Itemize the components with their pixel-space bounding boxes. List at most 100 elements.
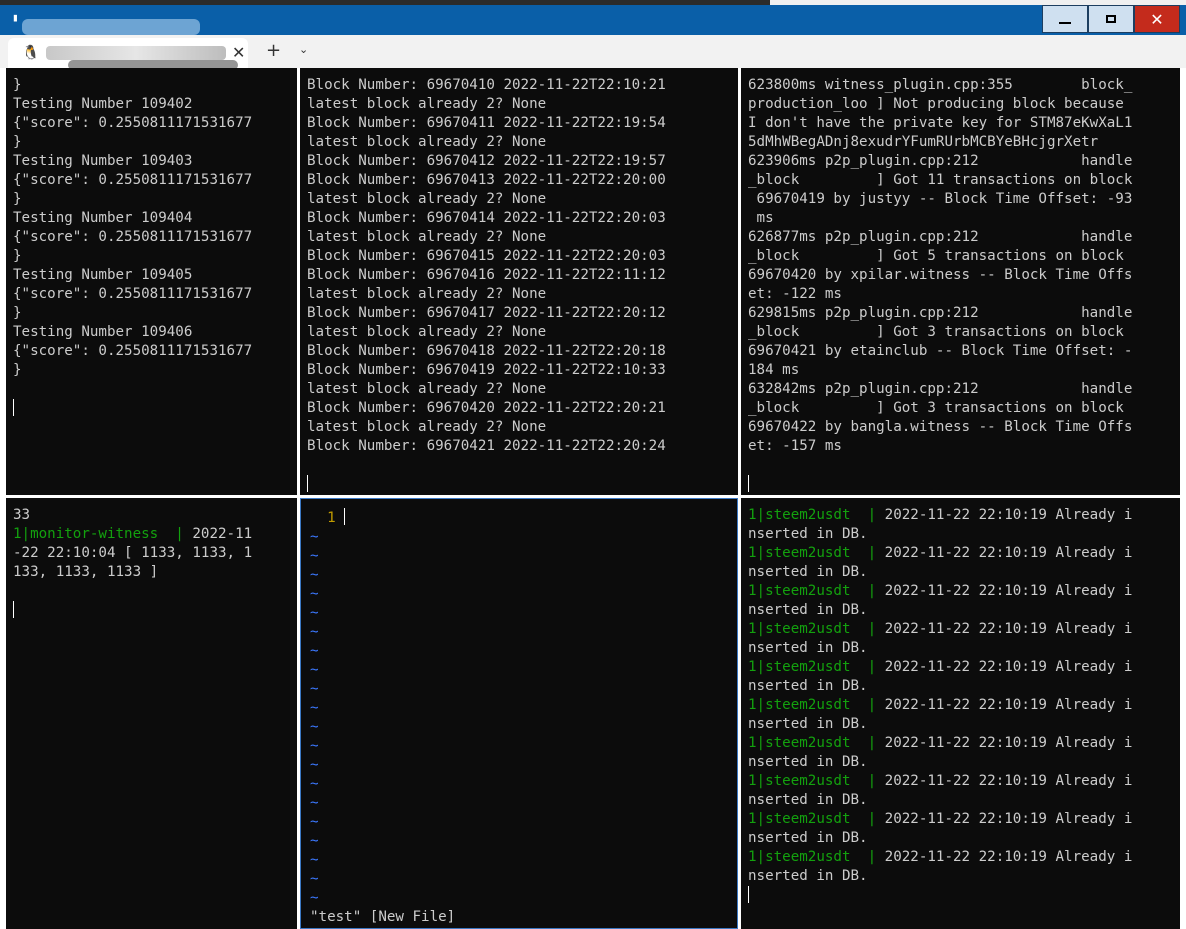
output-line: Testing Number 109402: [13, 96, 193, 112]
vim-empty-line-tilde: ~: [310, 719, 319, 735]
output-line: nserted in DB.: [748, 792, 868, 808]
pane-bottom-left[interactable]: 33 1|monitor-witness | 2022-11 -22 22:10…: [6, 498, 297, 929]
vim-empty-line-tilde: ~: [310, 662, 319, 678]
terminal-tab[interactable]: 🐧 ✕: [8, 38, 248, 70]
output-line: }: [13, 305, 22, 321]
container-label: 1|steem2usdt |: [748, 735, 877, 751]
output-line: production_loo ] Not producing block bec…: [748, 96, 1124, 112]
output-line: 623906ms p2p_plugin.cpp:212 handle: [748, 153, 1133, 169]
vim-empty-line-tilde: ~: [310, 700, 319, 716]
container-label: 1|steem2usdt |: [748, 583, 877, 599]
output-line: 69670422 by bangla.witness -- Block Time…: [748, 419, 1133, 435]
output-line: 2022-11-22 22:10:19 Already i: [876, 811, 1133, 827]
text-cursor: [748, 886, 749, 903]
output-line: 2022-11-22 22:10:19 Already i: [876, 735, 1133, 751]
pane-bottom-right[interactable]: 1|steem2usdt | 2022-11-22 22:10:19 Alrea…: [741, 498, 1180, 929]
output-line: {"score": 0.2550811171531677: [13, 286, 253, 302]
container-label: 1|steem2usdt |: [748, 621, 877, 637]
output-line: 2022-11-22 22:10:19 Already i: [876, 621, 1133, 637]
vim-empty-line-tilde: ~: [310, 738, 319, 754]
output-line: nserted in DB.: [748, 830, 868, 846]
output-line: et: -122 ms: [748, 286, 842, 302]
output-line: 5dMhWBegADnj8exudrYFumRUrbMCBYeBHcjgrXet…: [748, 134, 1099, 150]
output-line: latest block already 2? None: [307, 381, 547, 397]
output-line: Block Number: 69670411 2022-11-22T22:19:…: [307, 115, 666, 131]
output-line: {"score": 0.2550811171531677: [13, 172, 253, 188]
output-line: Block Number: 69670418 2022-11-22T22:20:…: [307, 343, 666, 359]
pane-bottom-middle-vim[interactable]: 1 ~ ~ ~ ~ ~ ~ ~ ~ ~ ~ ~ ~ ~ ~ ~ ~ ~ ~ ~ …: [300, 498, 738, 929]
output-line: latest block already 2? None: [307, 286, 547, 302]
text-cursor: [344, 508, 346, 525]
vim-empty-line-tilde: ~: [310, 548, 319, 564]
output-line: 2022-11-22 22:10:19 Already i: [876, 583, 1133, 599]
vim-empty-line-tilde: ~: [310, 814, 319, 830]
maximize-button[interactable]: [1088, 5, 1134, 33]
window-titlebar[interactable]: ▮: [0, 5, 1186, 35]
output-line: }: [13, 248, 22, 264]
output-line: }: [13, 191, 22, 207]
output-line: {"score": 0.2550811171531677: [13, 115, 253, 131]
vim-empty-line-tilde: ~: [310, 852, 319, 868]
terminal-output: } Testing Number 109402 {"score": 0.2550…: [13, 76, 252, 419]
pane-top-left[interactable]: } Testing Number 109402 {"score": 0.2550…: [6, 68, 297, 495]
output-line: ms: [748, 210, 774, 226]
output-line: 2022-11-22 22:10:19 Already i: [876, 697, 1133, 713]
container-label: 1|steem2usdt |: [748, 659, 877, 675]
output-line: Block Number: 69670421 2022-11-22T22:20:…: [307, 438, 666, 454]
output-line: Block Number: 69670414 2022-11-22T22:20:…: [307, 210, 666, 226]
vim-empty-line-tilde: ~: [310, 586, 319, 602]
vim-empty-line-tilde: ~: [310, 681, 319, 697]
linux-tux-icon: 🐧: [22, 45, 40, 61]
output-line: 626877ms p2p_plugin.cpp:212 handle: [748, 229, 1133, 245]
close-button[interactable]: ✕: [1134, 5, 1180, 33]
output-line: Block Number: 69670417 2022-11-22T22:20:…: [307, 305, 666, 321]
output-line: {"score": 0.2550811171531677: [13, 343, 253, 359]
output-line: 33: [13, 507, 31, 523]
output-line: latest block already 2? None: [307, 229, 547, 245]
output-line: Block Number: 69670412 2022-11-22T22:19:…: [307, 153, 666, 169]
container-label: 1|steem2usdt |: [748, 811, 877, 827]
output-line: Testing Number 109406: [13, 324, 193, 340]
vim-empty-line-tilde: ~: [310, 871, 319, 887]
maximize-icon: [1106, 15, 1116, 23]
vim-empty-line-tilde: ~: [310, 624, 319, 640]
tab-close-icon[interactable]: ✕: [232, 43, 245, 62]
output-line: latest block already 2? None: [307, 191, 547, 207]
vim-empty-line-tilde: ~: [310, 757, 319, 773]
output-line: nserted in DB.: [748, 868, 868, 884]
container-label: 1|steem2usdt |: [748, 697, 877, 713]
output-line: Block Number: 69670420 2022-11-22T22:20:…: [307, 400, 666, 416]
minimize-icon: [1059, 22, 1071, 24]
vim-empty-line-tilde: ~: [310, 890, 319, 906]
output-line: 2022-11-22 22:10:19 Already i: [876, 659, 1133, 675]
output-line: 2022-11-22 22:10:19 Already i: [876, 849, 1133, 865]
output-line: nserted in DB.: [748, 678, 868, 694]
pane-top-middle[interactable]: Block Number: 69670410 2022-11-22T22:10:…: [300, 68, 738, 495]
text-cursor: [13, 399, 14, 416]
output-line: _block ] Got 11 transactions on block: [748, 172, 1133, 188]
output-line: latest block already 2? None: [307, 134, 547, 150]
minimize-button[interactable]: [1042, 5, 1088, 33]
output-line: 2022-11-22 22:10:19 Already i: [876, 545, 1133, 561]
pane-top-right[interactable]: 623800ms witness_plugin.cpp:355 block_ p…: [741, 68, 1180, 495]
terminal-output: 1|steem2usdt | 2022-11-22 22:10:19 Alrea…: [748, 506, 1132, 906]
line-number: 1: [310, 510, 336, 526]
output-line: Block Number: 69670419 2022-11-22T22:10:…: [307, 362, 666, 378]
terminal-output: 33 1|monitor-witness | 2022-11 -22 22:10…: [13, 506, 252, 621]
output-line: nserted in DB.: [748, 754, 868, 770]
output-line: }: [13, 362, 22, 378]
output-line: Testing Number 109405: [13, 267, 193, 283]
terminal-output: Block Number: 69670410 2022-11-22T22:10:…: [307, 76, 666, 495]
output-line: Block Number: 69670410 2022-11-22T22:10:…: [307, 77, 666, 93]
output-line: Testing Number 109403: [13, 153, 193, 169]
vim-status-line: "test" [New File]: [310, 909, 456, 925]
new-tab-button[interactable]: +: [266, 40, 281, 61]
tab-dropdown-chevron-icon[interactable]: ⌄: [299, 43, 308, 56]
vim-empty-line-tilde: ~: [310, 795, 319, 811]
output-line: _block ] Got 5 transactions on block: [748, 248, 1124, 264]
output-line: _block ] Got 3 transactions on block: [748, 400, 1124, 416]
output-line: I don't have the private key for STM87eK…: [748, 115, 1133, 131]
output-line: 2022-11-22 22:10:19 Already i: [876, 773, 1133, 789]
vim-buffer: 1 ~ ~ ~ ~ ~ ~ ~ ~ ~ ~ ~ ~ ~ ~ ~ ~ ~ ~ ~ …: [310, 508, 455, 927]
terminal-output: 623800ms witness_plugin.cpp:355 block_ p…: [748, 76, 1132, 495]
